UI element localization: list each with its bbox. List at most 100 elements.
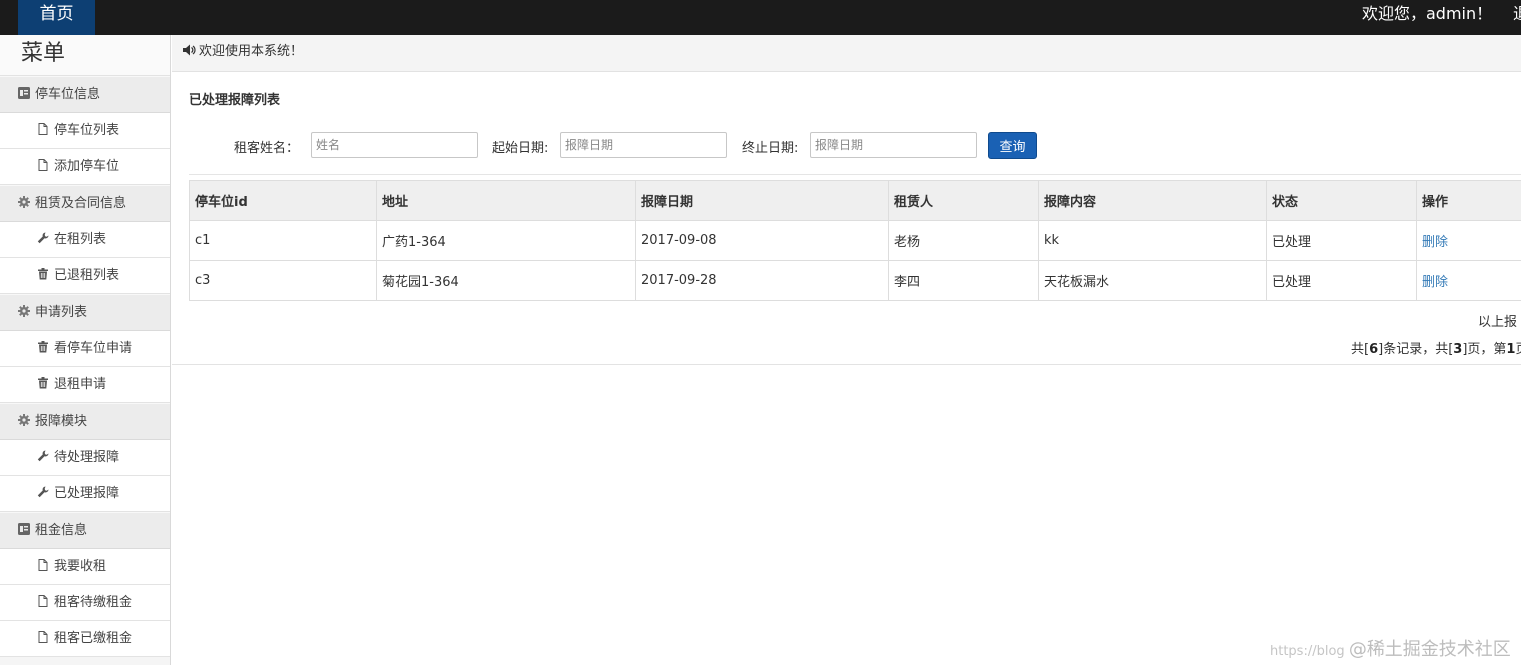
sidebar-menu: 菜单 停车位信息 停车位列表 添加停车位 租赁及合同信息 在租列表 已退租列表 … — [0, 35, 171, 665]
column-header: 报障日期 — [635, 180, 889, 221]
file-icon — [37, 631, 49, 643]
end-date-label: 终止日期: — [742, 141, 799, 156]
column-header: 地址 — [376, 180, 636, 221]
wrench-icon — [37, 486, 49, 498]
query-button[interactable]: 查询 — [988, 132, 1037, 159]
wrench-icon — [37, 450, 49, 462]
watermark-prefix: https://blog — [1270, 644, 1345, 659]
sidebar-item-paid-rent[interactable]: 租客已缴租金 — [0, 621, 170, 657]
cell-address: 广药1-364 — [376, 220, 636, 261]
gear-icon — [18, 414, 30, 426]
sidebar-item-viewing-applications[interactable]: 看停车位申请 — [0, 331, 170, 367]
top-navbar: 首页 欢迎您，admin！ 退 — [0, 0, 1521, 35]
total-pages: 3 — [1453, 342, 1463, 357]
column-header: 报障内容 — [1038, 180, 1267, 221]
logout-link[interactable]: 退 — [1513, 0, 1521, 28]
column-header: 租赁人 — [888, 180, 1039, 221]
cell-tenant: 李四 — [888, 260, 1039, 301]
delete-link[interactable]: 删除 — [1422, 275, 1448, 290]
sidebar-item-unpaid-rent[interactable]: 租客待缴租金 — [0, 585, 170, 621]
watermark-text: @稀土掘金技术社区 — [1348, 639, 1511, 660]
sidebar-item-collect-rent[interactable]: 我要收租 — [0, 549, 170, 585]
column-header: 操作 — [1416, 180, 1521, 221]
sidebar-group-fault-reports[interactable]: 报障模块 — [0, 403, 170, 440]
cell-parking-id: c1 — [189, 220, 377, 261]
sidebar-group-rent-info[interactable]: 租金信息 — [0, 512, 170, 549]
sidebar-item-termination-applications[interactable]: 退租申请 — [0, 367, 170, 403]
tenant-name-input[interactable] — [311, 132, 478, 158]
table-row: c1 广药1-364 2017-09-08 老杨 kk 已处理 删除 — [189, 220, 1521, 261]
sidebar-group-label: 报障模块 — [35, 414, 88, 429]
sidebar-item-parking-list[interactable]: 停车位列表 — [0, 113, 170, 149]
pager-part: ]页，第 — [1462, 342, 1507, 357]
search-form: 租客姓名： 起始日期: 终止日期: 查询 — [172, 132, 1521, 160]
start-date-label: 起始日期: — [492, 141, 549, 156]
sidebar-item-handled-faults[interactable]: 已处理报障 — [0, 476, 170, 512]
sidebar-group-lease-contract[interactable]: 租赁及合同信息 — [0, 185, 170, 222]
cell-content: kk — [1038, 220, 1267, 261]
trash-icon — [37, 341, 49, 353]
cell-parking-id: c3 — [189, 260, 377, 301]
sidebar-item-label: 在租列表 — [54, 232, 107, 247]
trash-icon — [37, 377, 49, 389]
pager-part: 共[ — [1351, 342, 1370, 357]
sidebar-item-label: 已退租列表 — [54, 268, 120, 283]
cell-status: 已处理 — [1266, 260, 1417, 301]
file-icon — [37, 595, 49, 607]
sidebar-item-terminated-list[interactable]: 已退租列表 — [0, 258, 170, 294]
sidebar-item-label: 租客待缴租金 — [54, 595, 133, 610]
cell-tenant: 老杨 — [888, 220, 1039, 261]
id-card-icon — [18, 87, 30, 99]
sidebar-group-label: 申请列表 — [35, 305, 88, 320]
sidebar-item-add-parking[interactable]: 添加停车位 — [0, 149, 170, 185]
column-header: 停车位id — [189, 180, 377, 221]
start-date-input[interactable] — [560, 132, 727, 158]
delete-link[interactable]: 删除 — [1422, 235, 1448, 250]
sidebar-group-label: 租金信息 — [35, 523, 88, 538]
pager-part: ]条记录，共[ — [1378, 342, 1454, 357]
sidebar-group-label: 停车位信息 — [35, 87, 101, 102]
cell-address: 菊花园1-364 — [376, 260, 636, 301]
cell-report-date: 2017-09-08 — [635, 220, 889, 261]
total-records: 6 — [1369, 342, 1379, 357]
main-content: 已处理报障列表 租客姓名： 起始日期: 终止日期: 查询 停车位id 地址 报障… — [172, 72, 1521, 365]
pager-part: 页 | — [1515, 342, 1521, 357]
column-header: 状态 — [1266, 180, 1417, 221]
sidebar-group-applications[interactable]: 申请列表 — [0, 294, 170, 331]
volume-icon — [182, 43, 196, 57]
pagination-info: 共[6]条记录，共[3]页，第1页 | — [1351, 338, 1521, 357]
welcome-user-text: 欢迎您，admin！ — [1362, 4, 1493, 23]
page-title: 已处理报障列表 — [189, 93, 281, 108]
cell-action: 删除 — [1416, 260, 1521, 301]
notice-bar: 欢迎使用本系统！ — [172, 35, 1521, 72]
sidebar-item-label: 我要收租 — [54, 559, 107, 574]
tenant-name-label: 租客姓名： — [234, 141, 300, 156]
cell-action: 删除 — [1416, 220, 1521, 261]
sidebar-item-label: 租客已缴租金 — [54, 631, 133, 646]
end-date-input[interactable] — [810, 132, 977, 158]
sidebar-group-parking-info[interactable]: 停车位信息 — [0, 76, 170, 113]
gear-icon — [18, 196, 30, 208]
wrench-icon — [37, 232, 49, 244]
sidebar-item-label: 停车位列表 — [54, 123, 120, 138]
sidebar-item-label: 退租申请 — [54, 377, 107, 392]
file-icon — [37, 159, 49, 171]
sidebar-item-label: 看停车位申请 — [54, 341, 133, 356]
cell-content: 天花板漏水 — [1038, 260, 1267, 301]
sidebar-item-renting-list[interactable]: 在租列表 — [0, 222, 170, 258]
table-header-row: 停车位id 地址 报障日期 租赁人 报障内容 状态 操作 — [189, 180, 1521, 221]
table-row: c3 菊花园1-364 2017-09-28 李四 天花板漏水 已处理 删除 — [189, 260, 1521, 301]
summary-text: 以上报 — [1478, 315, 1518, 330]
id-card-icon — [18, 523, 30, 535]
menu-title: 菜单 — [0, 35, 170, 76]
sidebar-item-pending-faults[interactable]: 待处理报障 — [0, 440, 170, 476]
sidebar-item-label: 添加停车位 — [54, 159, 120, 174]
notice-text: 欢迎使用本系统！ — [199, 44, 304, 59]
sidebar-item-label: 已处理报障 — [54, 486, 120, 501]
cell-report-date: 2017-09-28 — [635, 260, 889, 301]
watermark: https://blog @稀土掘金技术社区 — [1270, 635, 1511, 661]
home-tab[interactable]: 首页 — [18, 0, 95, 35]
gear-icon — [18, 305, 30, 317]
sidebar-item-label: 待处理报障 — [54, 450, 120, 465]
file-icon — [37, 123, 49, 135]
